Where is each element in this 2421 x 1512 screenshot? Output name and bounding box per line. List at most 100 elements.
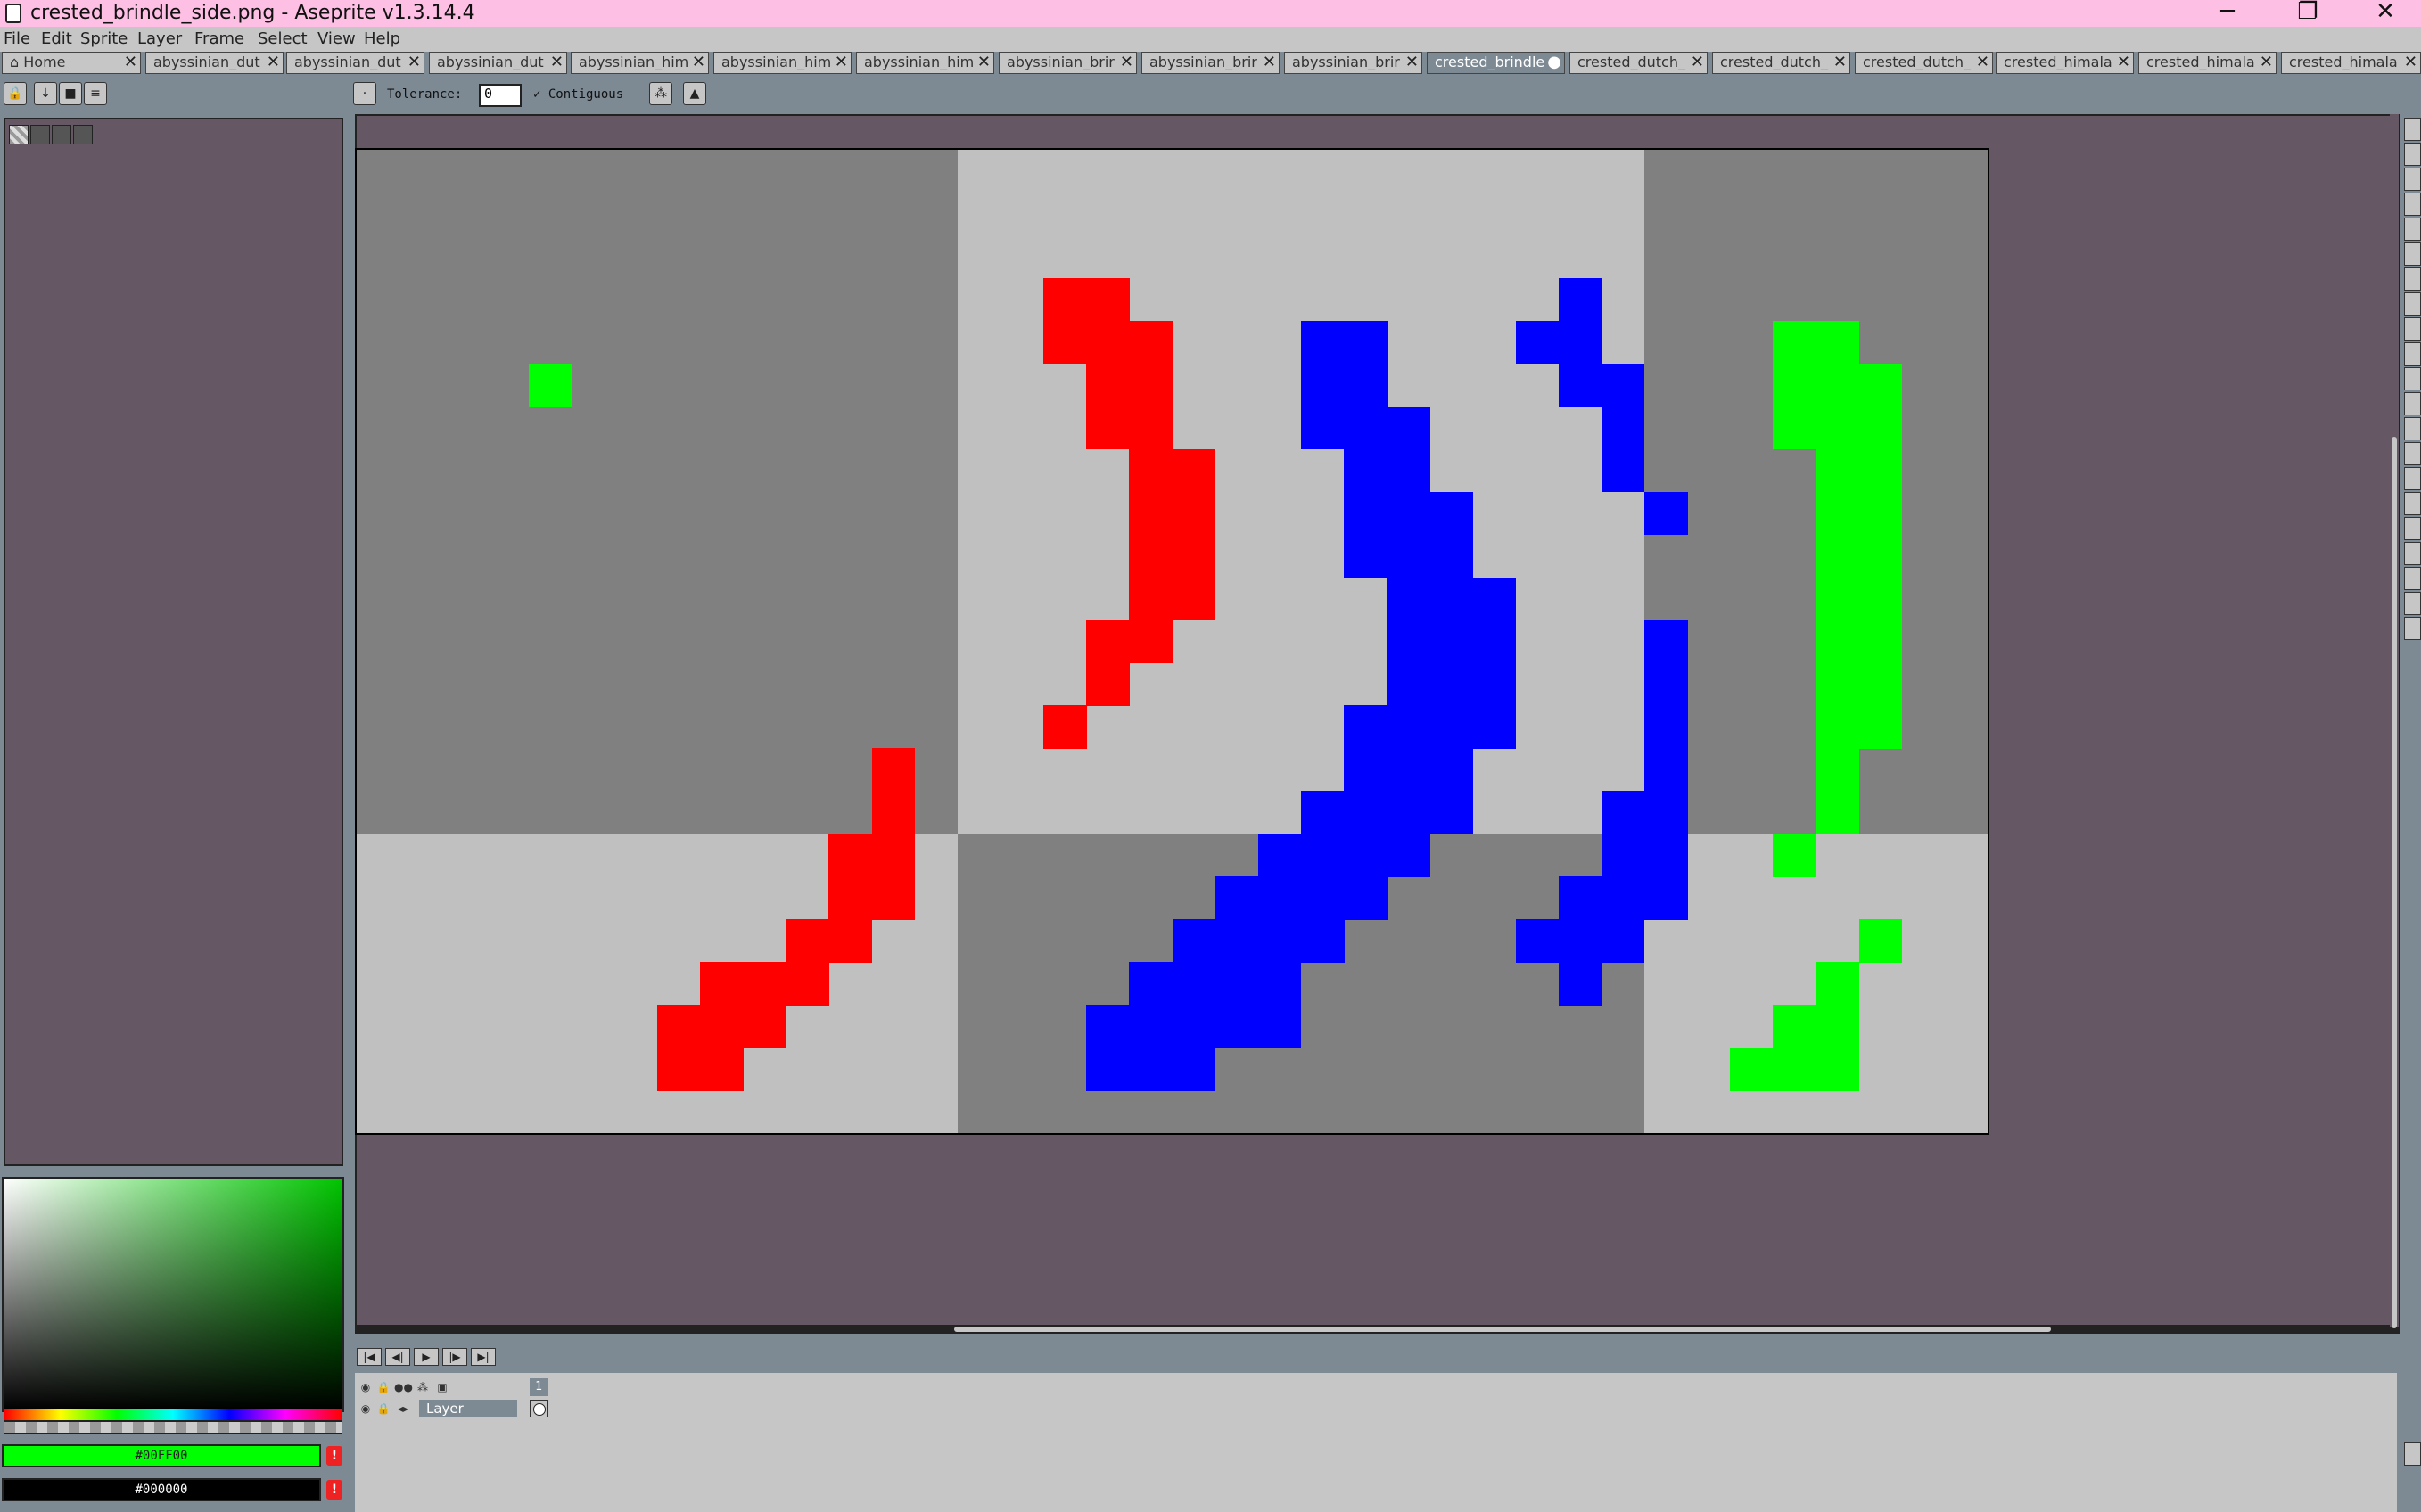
layer-continuous-icon[interactable]: ◂▸ bbox=[394, 1400, 412, 1418]
lasso-tool-icon[interactable] bbox=[2404, 143, 2421, 166]
tab-16[interactable]: crested_himala ✕ bbox=[2281, 52, 2421, 74]
palette-swatch[interactable] bbox=[73, 125, 93, 144]
tab-13[interactable]: crested_dutch_ ✕ bbox=[1855, 52, 1993, 74]
tolerance-input[interactable]: 0 bbox=[479, 84, 522, 107]
slice-tool-icon[interactable] bbox=[2404, 367, 2421, 390]
wand-tool-icon[interactable] bbox=[2404, 168, 2421, 191]
tab-8[interactable]: abyssinian_brir ✕ bbox=[1141, 52, 1280, 74]
tab-close-icon[interactable]: ✕ bbox=[835, 53, 848, 72]
ellipse-tool-icon[interactable] bbox=[2404, 517, 2421, 540]
horizontal-scroll-thumb[interactable] bbox=[954, 1327, 2051, 1332]
tab-2[interactable]: abyssinian_dut ✕ bbox=[286, 52, 424, 74]
foreground-color-field[interactable]: #00FF00 bbox=[2, 1444, 321, 1467]
eye-icon[interactable]: ◉ bbox=[357, 1378, 375, 1396]
tab-close-icon[interactable]: ✕ bbox=[1263, 53, 1276, 72]
tab-close-icon[interactable]: ✕ bbox=[1691, 53, 1704, 72]
tab-close-icon[interactable]: ✕ bbox=[124, 53, 137, 72]
warning-icon[interactable]: ! bbox=[326, 1480, 342, 1500]
tab-15[interactable]: crested_himala ✕ bbox=[2138, 52, 2277, 74]
menu-layer[interactable]: Layer bbox=[137, 29, 182, 48]
close-window-button[interactable]: ✕ bbox=[2350, 0, 2421, 27]
zoom-tool-icon[interactable] bbox=[2404, 292, 2421, 316]
rectangle-tool-icon[interactable] bbox=[2404, 492, 2421, 515]
menu-view[interactable]: View bbox=[317, 29, 356, 48]
onion-frame-icon[interactable]: ▣ bbox=[433, 1378, 451, 1396]
tab-close-icon[interactable]: ✕ bbox=[977, 53, 991, 72]
menu-frame[interactable]: Frame bbox=[194, 29, 244, 48]
alpha-slider[interactable] bbox=[4, 1421, 342, 1434]
padlock-icon[interactable]: 🔒 bbox=[375, 1378, 392, 1396]
palette-area[interactable] bbox=[4, 118, 343, 1166]
background-color-field[interactable]: #000000 bbox=[2, 1478, 321, 1501]
sample-all-icon[interactable]: ▲ bbox=[683, 82, 706, 105]
tab-close-icon[interactable]: ✕ bbox=[1976, 53, 1989, 72]
tab-4[interactable]: abyssinian_him ✕ bbox=[571, 52, 709, 74]
contiguous-checkbox[interactable]: ✓ Contiguous bbox=[533, 87, 623, 102]
minimize-button[interactable]: ─ bbox=[2192, 0, 2263, 27]
vertical-scroll-thumb[interactable] bbox=[2392, 437, 2397, 1328]
marquee-tool-icon[interactable] bbox=[2404, 118, 2421, 141]
paint-bucket-tool-icon[interactable] bbox=[2404, 392, 2421, 415]
first-frame-icon[interactable]: |◀ bbox=[357, 1348, 382, 1366]
last-frame-icon[interactable]: ▶| bbox=[471, 1348, 496, 1366]
tab-close-icon[interactable]: ✕ bbox=[692, 53, 705, 72]
tab-0[interactable]: ⌂ Home ✕ bbox=[2, 52, 141, 74]
maximize-button[interactable]: ❐ bbox=[2272, 0, 2343, 27]
continuous-icon[interactable]: ●● bbox=[394, 1378, 413, 1396]
tab-5[interactable]: abyssinian_him ✕ bbox=[713, 52, 852, 74]
tab-close-icon[interactable]: ✕ bbox=[550, 53, 564, 72]
gradient-tool-icon[interactable] bbox=[2404, 417, 2421, 440]
modified-dot-icon[interactable]: ● bbox=[1547, 53, 1561, 72]
layer-eye-icon[interactable]: ◉ bbox=[357, 1400, 375, 1418]
palette-swatch[interactable] bbox=[52, 125, 71, 144]
contour-tool-icon[interactable] bbox=[2404, 542, 2421, 565]
tab-11[interactable]: crested_dutch_ ✕ bbox=[1569, 52, 1708, 74]
tab-3[interactable]: abyssinian_dut ✕ bbox=[429, 52, 567, 74]
lock-icon[interactable]: 🔒 bbox=[4, 82, 27, 105]
text-tool-icon[interactable] bbox=[2404, 617, 2421, 640]
sample-layer-icon[interactable]: ⁂ bbox=[649, 82, 672, 105]
download-icon[interactable]: ↓ bbox=[34, 82, 57, 105]
layer-name[interactable]: Layer bbox=[419, 1400, 517, 1418]
move-tool-icon[interactable] bbox=[2404, 342, 2421, 366]
polygon-tool-icon[interactable] bbox=[2404, 567, 2421, 590]
palette-swatch[interactable] bbox=[30, 125, 50, 144]
hand-tool-icon[interactable] bbox=[2404, 317, 2421, 341]
palette-swatch[interactable] bbox=[9, 125, 29, 144]
tab-9[interactable]: abyssinian_brir ✕ bbox=[1284, 52, 1422, 74]
tab-12[interactable]: crested_dutch_ ✕ bbox=[1712, 52, 1850, 74]
tool-config-icon[interactable] bbox=[2404, 1442, 2421, 1466]
curve-tool-icon[interactable] bbox=[2404, 467, 2421, 490]
tab-close-icon[interactable]: ✕ bbox=[1405, 53, 1419, 72]
line-tool-icon[interactable] bbox=[2404, 442, 2421, 465]
onion-skin-icon[interactable]: ⁂ bbox=[414, 1378, 432, 1396]
timeline-body[interactable]: ◉ 🔒 ●● ⁂ ▣ ◉ 🔒 ◂▸ bbox=[355, 1373, 2397, 1512]
pencil-tool-icon[interactable] bbox=[2404, 193, 2421, 216]
eraser-tool-icon[interactable] bbox=[2404, 242, 2421, 266]
tab-close-icon[interactable]: ✕ bbox=[408, 53, 421, 72]
layer-lock-icon[interactable]: 🔒 bbox=[375, 1400, 392, 1418]
next-frame-icon[interactable]: |▶ bbox=[442, 1348, 467, 1366]
menu-sprite[interactable]: Sprite bbox=[80, 29, 128, 48]
warning-icon[interactable]: ! bbox=[326, 1446, 342, 1466]
tab-close-icon[interactable]: ✕ bbox=[2260, 53, 2273, 72]
tab-6[interactable]: abyssinian_him ✕ bbox=[856, 52, 994, 74]
menu-help[interactable]: Help bbox=[364, 29, 400, 48]
selection-mode-button[interactable]: · bbox=[353, 82, 376, 105]
menu-file[interactable]: File bbox=[4, 29, 30, 48]
color-spectrum-picker[interactable] bbox=[2, 1177, 344, 1412]
tab-close-icon[interactable]: ✕ bbox=[2404, 53, 2417, 72]
menu-lines-icon[interactable]: ≡ bbox=[84, 82, 107, 105]
stop-icon[interactable]: ■ bbox=[59, 82, 82, 105]
tab-10[interactable]: crested_brindle ● bbox=[1427, 52, 1565, 74]
sprite-canvas[interactable] bbox=[355, 148, 1989, 1135]
tab-close-icon[interactable]: ✕ bbox=[267, 53, 280, 72]
menu-select[interactable]: Select bbox=[258, 29, 308, 48]
previous-frame-icon[interactable]: ◀| bbox=[385, 1348, 410, 1366]
spray-tool-icon[interactable] bbox=[2404, 218, 2421, 241]
tab-close-icon[interactable]: ✕ bbox=[1120, 53, 1133, 72]
horizontal-scrollbar[interactable] bbox=[355, 1325, 2400, 1334]
cel-keyframe[interactable] bbox=[530, 1400, 548, 1418]
tab-close-icon[interactable]: ✕ bbox=[1833, 53, 1847, 72]
blur-tool-icon[interactable] bbox=[2404, 592, 2421, 615]
